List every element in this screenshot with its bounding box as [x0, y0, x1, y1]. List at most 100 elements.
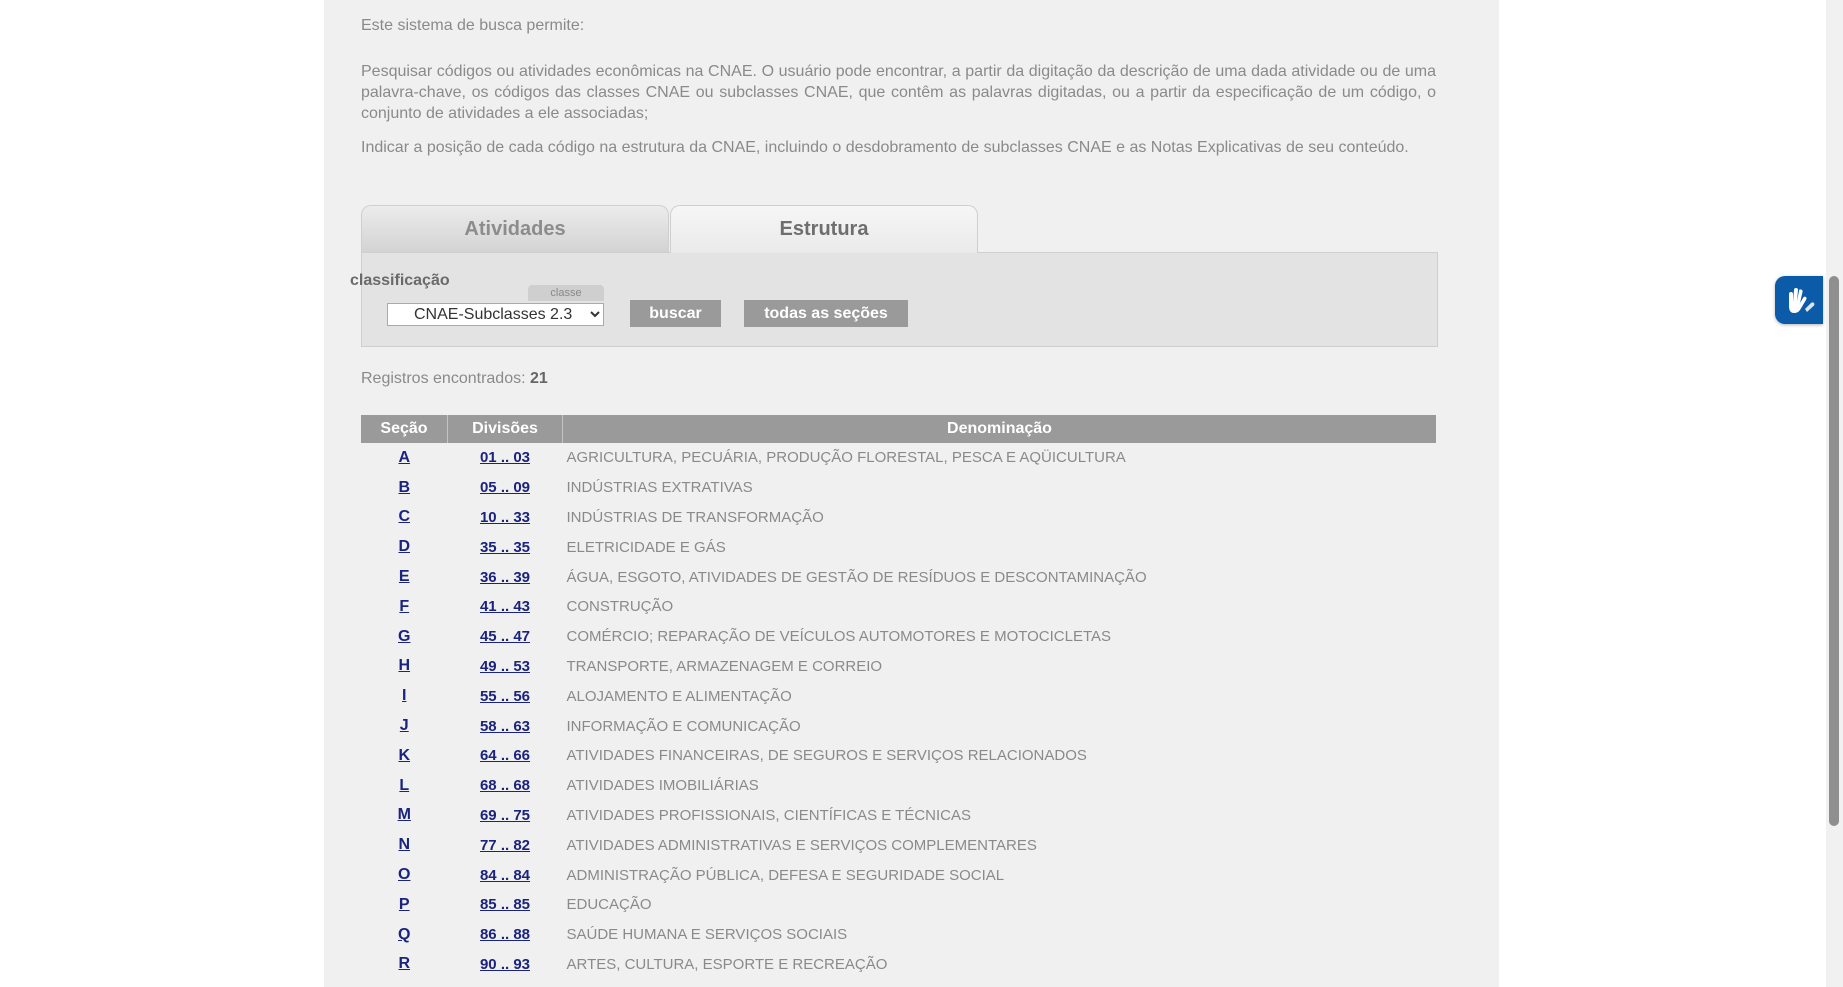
buscar-button[interactable]: buscar	[630, 300, 721, 327]
divisoes-cell: 36 .. 39	[448, 562, 563, 592]
divisoes-link[interactable]: 77 .. 82	[480, 837, 530, 854]
divisoes-cell: 05 .. 09	[448, 473, 563, 503]
denominacao-cell: ATIVIDADES FINANCEIRAS, DE SEGUROS E SER…	[566, 747, 1087, 765]
divisoes-cell: 90 .. 93	[448, 950, 563, 980]
secao-cell: P	[361, 890, 448, 920]
divisoes-cell: 64 .. 66	[448, 741, 563, 771]
table-row: N 77 .. 82 ATIVIDADES ADMINISTRATIVAS E SE…	[361, 830, 1436, 860]
divisoes-link[interactable]: 86 .. 88	[480, 926, 530, 943]
secao-cell: J	[361, 711, 448, 741]
denominacao-cell: AGRICULTURA, PECUÁRIA, PRODUÇÃO FLORESTA…	[566, 449, 1126, 467]
secao-link[interactable]: K	[398, 747, 410, 764]
secao-link[interactable]: J	[400, 717, 409, 734]
denominacao-cell: ATIVIDADES ADMINISTRATIVAS E SERVIÇOS CO…	[566, 836, 1037, 854]
denominacao-cell: INFORMAÇÃO E COMUNICAÇÃO	[566, 717, 801, 735]
secao-link[interactable]: P	[399, 896, 410, 913]
table-row: O 84 .. 84 ADMINISTRAÇÃO PÚBLICA, DEFESA E…	[361, 860, 1436, 890]
table-row: R 90 .. 93 ARTES, CULTURA, ESPORTE E RECRE…	[361, 950, 1436, 980]
secao-cell: I	[361, 681, 448, 711]
divisoes-link[interactable]: 45 .. 47	[480, 628, 530, 645]
scrollbar-thumb[interactable]	[1829, 276, 1839, 826]
secao-link[interactable]: A	[398, 449, 410, 466]
classificacao-select[interactable]: CNAE-Subclasses 2.3	[387, 303, 604, 326]
results-count: Registros encontrados: 21	[361, 370, 548, 388]
divisoes-cell: 10 .. 33	[448, 503, 563, 533]
header-divisoes: Divisões	[447, 415, 563, 443]
divisoes-link[interactable]: 84 .. 84	[480, 867, 530, 884]
denominacao-cell: ÁGUA, ESGOTO, ATIVIDADES DE GESTÃO DE RE…	[566, 568, 1147, 586]
denominacao-cell: INDÚSTRIAS DE TRANSFORMAÇÃO	[566, 508, 824, 526]
secao-link[interactable]: O	[398, 866, 410, 883]
divisoes-cell: 35 .. 35	[448, 532, 563, 562]
denominacao-cell: CONSTRUÇÃO	[566, 598, 674, 616]
secao-link[interactable]: E	[399, 568, 410, 585]
tab-estrutura[interactable]: Estrutura	[670, 205, 978, 253]
todas-secoes-button[interactable]: todas as seções	[744, 300, 908, 327]
table-row: J 58 .. 63 INFORMAÇÃO E COMUNICAÇÃO	[361, 711, 1436, 741]
secao-cell: G	[361, 622, 448, 652]
divisoes-link[interactable]: 55 .. 56	[480, 688, 530, 705]
denominacao-cell: INDÚSTRIAS EXTRATIVAS	[566, 479, 753, 497]
divisoes-link[interactable]: 85 .. 85	[480, 896, 530, 913]
secao-cell: L	[361, 771, 448, 801]
divisoes-link[interactable]: 01 .. 03	[480, 449, 530, 466]
divisoes-link[interactable]: 68 .. 68	[480, 777, 530, 794]
secao-cell: E	[361, 562, 448, 592]
divisoes-link[interactable]: 49 .. 53	[480, 658, 530, 675]
classe-badge: classe	[528, 285, 604, 301]
divisoes-link[interactable]: 10 .. 33	[480, 509, 530, 526]
tab-atividades[interactable]: Atividades	[361, 205, 669, 252]
secao-cell: K	[361, 741, 448, 771]
secao-cell: O	[361, 860, 448, 890]
denominacao-cell: TRANSPORTE, ARMAZENAGEM E CORREIO	[566, 657, 883, 675]
divisoes-cell: 45 .. 47	[448, 622, 563, 652]
divisoes-link[interactable]: 41 .. 43	[480, 598, 530, 615]
denominacao-cell: ATIVIDADES IMOBILIÁRIAS	[566, 777, 759, 795]
divisoes-cell: 55 .. 56	[448, 681, 563, 711]
table-row: G 45 .. 47 COMÉRCIO; REPARAÇÃO DE VEÍCULOS…	[361, 622, 1436, 652]
divisoes-cell: 86 .. 88	[448, 920, 563, 950]
divisoes-cell: 69 .. 75	[448, 801, 563, 831]
secao-link[interactable]: M	[398, 806, 411, 823]
secao-link[interactable]: I	[402, 687, 406, 704]
secao-link[interactable]: L	[399, 777, 409, 794]
divisoes-link[interactable]: 90 .. 93	[480, 956, 530, 973]
table-row: D 35 .. 35 ELETRICIDADE E GÁS	[361, 532, 1436, 562]
secao-link[interactable]: C	[398, 508, 410, 525]
secao-link[interactable]: Q	[398, 926, 410, 943]
secao-cell: Q	[361, 920, 448, 950]
secao-cell: B	[361, 473, 448, 503]
table-row: F 41 .. 43 CONSTRUÇÃO	[361, 592, 1436, 622]
secao-link[interactable]: H	[398, 657, 410, 674]
secao-link[interactable]: R	[398, 955, 410, 972]
table-row: K 64 .. 66 ATIVIDADES FINANCEIRAS, DE SEGU…	[361, 741, 1436, 771]
divisoes-cell: 85 .. 85	[448, 890, 563, 920]
denominacao-cell: ELETRICIDADE E GÁS	[566, 538, 726, 556]
table-row: P 85 .. 85 EDUCAÇÃO	[361, 890, 1436, 920]
divisoes-link[interactable]: 05 .. 09	[480, 479, 530, 496]
secao-link[interactable]: D	[398, 538, 410, 555]
secao-cell: A	[361, 443, 448, 473]
classificacao-label: classificação	[350, 272, 450, 289]
secao-link[interactable]: G	[398, 628, 410, 645]
intro-paragraph-1: Pesquisar códigos ou atividades econômic…	[361, 63, 1436, 122]
secao-cell: D	[361, 532, 448, 562]
secao-link[interactable]: B	[398, 479, 410, 496]
header-secao: Seção	[361, 415, 448, 443]
divisoes-link[interactable]: 58 .. 63	[480, 718, 530, 735]
vlibras-widget-button[interactable]	[1775, 276, 1823, 324]
divisoes-link[interactable]: 69 .. 75	[480, 807, 530, 824]
divisoes-link[interactable]: 36 .. 39	[480, 569, 530, 586]
secao-cell: H	[361, 652, 448, 682]
secao-link[interactable]: F	[399, 598, 409, 615]
secao-link[interactable]: N	[398, 836, 410, 853]
cnae-sections-table: Seção Divisões Denominação A 01 .. 03 AGRI…	[361, 415, 1436, 979]
table-row: M 69 .. 75 ATIVIDADES PROFISSIONAIS, CIENT…	[361, 801, 1436, 831]
divisoes-link[interactable]: 64 .. 66	[480, 747, 530, 764]
denominacao-cell: ATIVIDADES PROFISSIONAIS, CIENTÍFICAS E …	[566, 806, 972, 824]
table-row: H 49 .. 53 TRANSPORTE, ARMAZENAGEM E CORRE…	[361, 652, 1436, 682]
denominacao-cell: SAÚDE HUMANA E SERVIÇOS SOCIAIS	[566, 926, 848, 944]
table-row: A 01 .. 03 AGRICULTURA, PECUÁRIA, PRODUÇÃO…	[361, 443, 1436, 473]
secao-cell: C	[361, 503, 448, 533]
divisoes-link[interactable]: 35 .. 35	[480, 539, 530, 556]
